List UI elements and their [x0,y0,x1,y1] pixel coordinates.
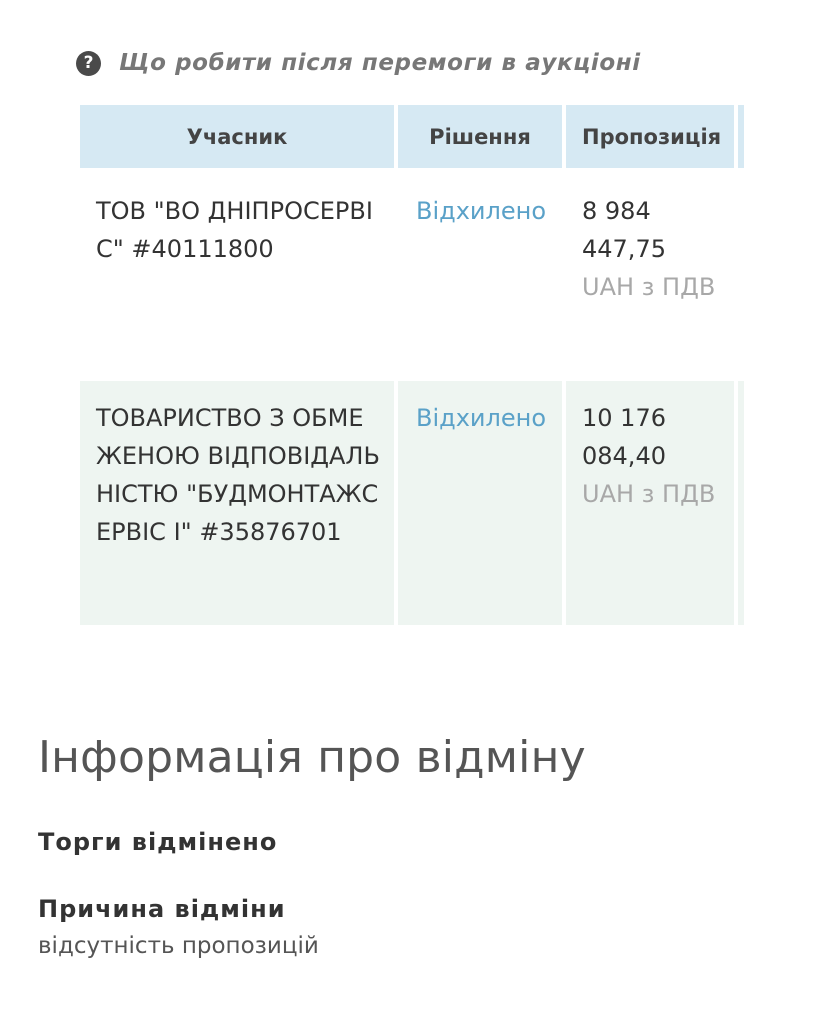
offer-cell: 8 984 447,75 UAH з ПДВ [566,172,734,377]
header-participant: Учасник [80,105,394,172]
offer-amount: 8 984 447,75 [582,197,666,263]
table-row: ТОВАРИСТВО З ОБМЕЖЕНОЮ ВІДПОВІДАЛЬНІСТЮ … [80,377,744,625]
header-offer: Пропозиція [566,105,734,172]
header-extra [738,105,744,172]
bids-table-container[interactable]: Учасник Рішення Пропозиція ТОВ "ВО ДНІПР… [80,105,744,625]
bids-table: Учасник Рішення Пропозиція ТОВ "ВО ДНІПР… [80,105,744,625]
cancellation-section-title: Інформація про відміну [38,732,586,783]
offer-currency: UAH з ПДВ [582,273,716,301]
extra-cell [738,377,744,625]
cancellation-reason-value: відсутність пропозицій [38,933,319,959]
offer-cell: 10 176 084,40 UAH з ПДВ [566,377,734,625]
cancellation-reason-label: Причина відміни [38,895,286,923]
table-row: ТОВ "ВО ДНІПРОСЕРВІС" #40111800 Відхилен… [80,172,744,377]
help-link[interactable]: ? Що робити після перемоги в аукціоні [76,50,641,76]
decision-cell: Відхилено [398,377,562,625]
header-decision: Рішення [398,105,562,172]
table-header-row: Учасник Рішення Пропозиція [80,105,744,172]
decision-link[interactable]: Відхилено [416,404,546,432]
participant-cell: ТОВАРИСТВО З ОБМЕЖЕНОЮ ВІДПОВІДАЛЬНІСТЮ … [80,377,394,625]
cancellation-status: Торги відмінено [38,828,278,856]
question-circle-icon: ? [76,50,101,76]
decision-cell: Відхилено [398,172,562,377]
decision-link[interactable]: Відхилено [416,197,546,225]
page: ? Що робити після перемоги в аукціоні Уч… [0,0,820,1024]
help-link-label[interactable]: Що робити після перемоги в аукціоні [119,50,641,76]
participant-cell: ТОВ "ВО ДНІПРОСЕРВІС" #40111800 [96,197,373,263]
offer-amount: 10 176 084,40 [582,404,666,470]
offer-currency: UAH з ПДВ [582,480,716,508]
extra-cell [738,172,744,377]
